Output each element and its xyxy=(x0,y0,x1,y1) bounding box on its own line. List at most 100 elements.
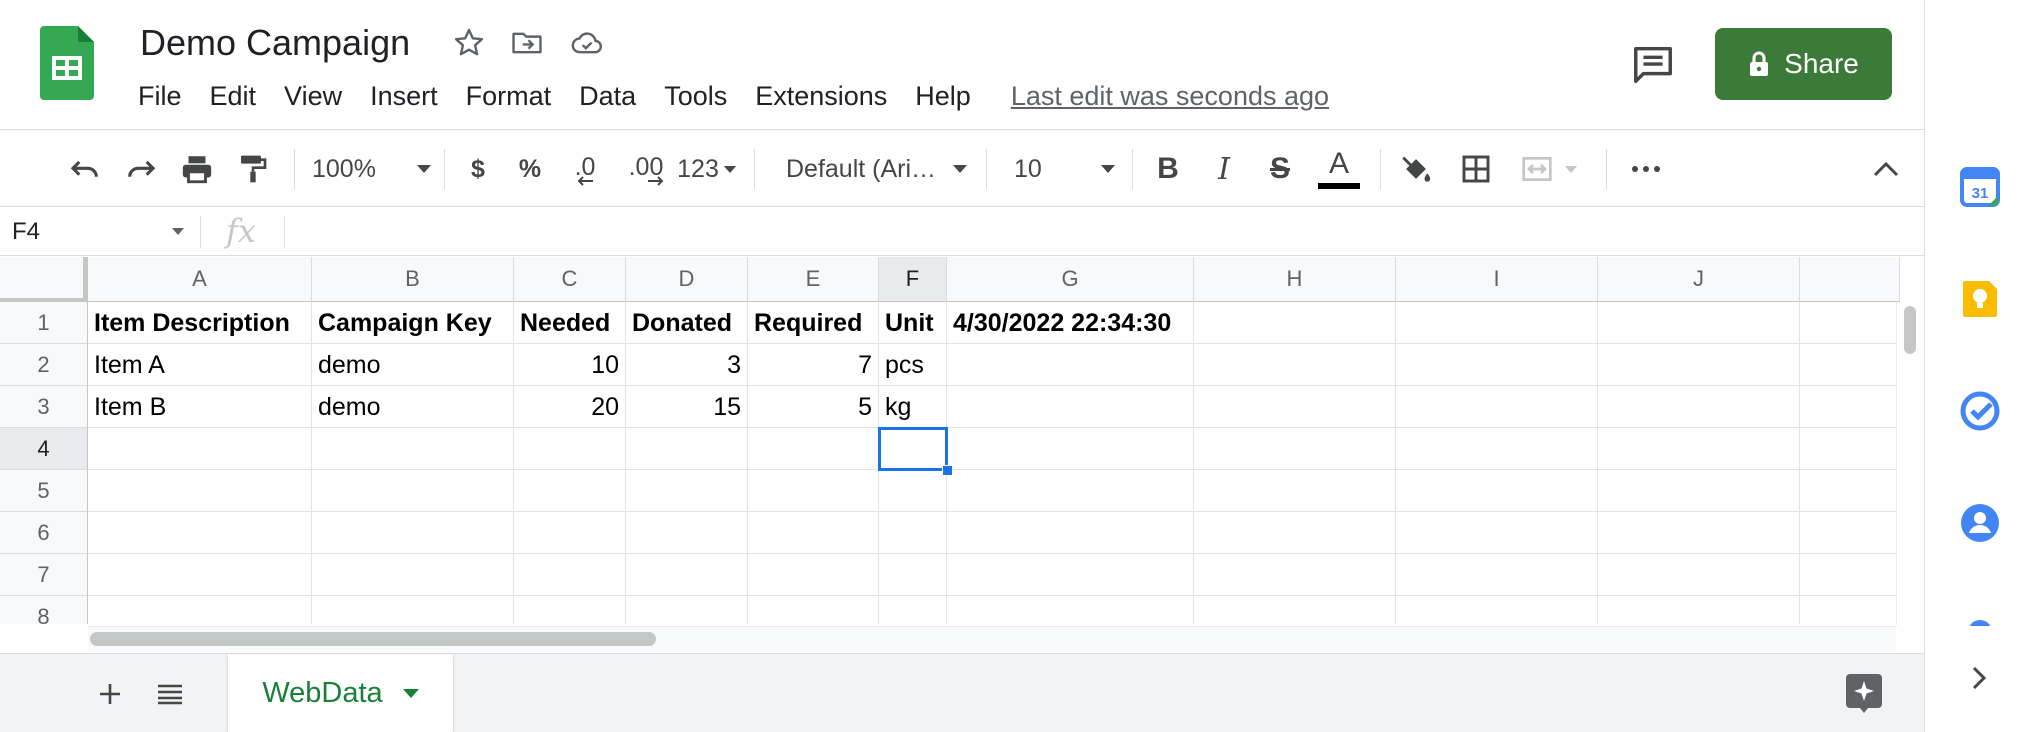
empty-cell[interactable] xyxy=(514,596,626,624)
cell-c2[interactable]: 10 xyxy=(514,344,626,386)
row-header-4[interactable]: 4 xyxy=(0,428,88,470)
menu-view[interactable]: View xyxy=(270,81,356,112)
move-to-folder-icon[interactable] xyxy=(510,26,544,60)
empty-cell[interactable] xyxy=(748,596,879,624)
font-family-select[interactable]: Default (Ari… xyxy=(786,131,968,207)
fill-handle[interactable] xyxy=(942,465,953,476)
empty-cell[interactable] xyxy=(947,554,1194,596)
more-formats-button[interactable]: 123 xyxy=(676,131,738,207)
empty-cell[interactable] xyxy=(88,554,312,596)
column-header-a[interactable]: A xyxy=(88,257,312,302)
add-sheet-button[interactable] xyxy=(88,672,132,716)
cell-a1[interactable]: Item Description xyxy=(88,302,312,344)
sheet-tab-webdata[interactable]: WebData xyxy=(228,654,453,732)
last-edit-link[interactable]: Last edit was seconds ago xyxy=(1011,81,1329,112)
sheets-logo-icon[interactable] xyxy=(40,26,94,100)
cell-f2[interactable]: pcs xyxy=(879,344,947,386)
keep-icon[interactable] xyxy=(1959,278,2001,320)
empty-cell[interactable] xyxy=(312,554,514,596)
empty-cell[interactable] xyxy=(312,470,514,512)
empty-cell[interactable] xyxy=(1396,302,1598,344)
empty-cell[interactable] xyxy=(1598,470,1800,512)
empty-cell[interactable] xyxy=(1396,512,1598,554)
empty-cell[interactable] xyxy=(626,512,748,554)
collapse-toolbar-button[interactable] xyxy=(1866,131,1906,207)
empty-cell[interactable] xyxy=(1194,470,1396,512)
empty-cell[interactable] xyxy=(88,428,312,470)
menu-format[interactable]: Format xyxy=(452,81,566,112)
empty-cell[interactable] xyxy=(626,554,748,596)
empty-cell[interactable] xyxy=(748,554,879,596)
row-header-8[interactable]: 8 xyxy=(0,596,88,624)
menu-file[interactable]: File xyxy=(124,81,196,112)
cell-f3[interactable]: kg xyxy=(879,386,947,428)
star-icon[interactable] xyxy=(452,26,486,60)
empty-cell[interactable] xyxy=(1800,428,1900,470)
menu-tools[interactable]: Tools xyxy=(650,81,741,112)
cell-e3[interactable]: 5 xyxy=(748,386,879,428)
bold-button[interactable]: B xyxy=(1148,131,1188,207)
empty-cell[interactable] xyxy=(1194,554,1396,596)
cell-g1[interactable]: 4/30/2022 22:34:30 xyxy=(947,302,1194,344)
empty-cell[interactable] xyxy=(1598,596,1800,624)
empty-cell[interactable] xyxy=(947,428,1194,470)
column-header-e[interactable]: E xyxy=(748,257,879,302)
column-header-k[interactable] xyxy=(1800,257,1900,302)
empty-cell[interactable] xyxy=(748,512,879,554)
empty-cell[interactable] xyxy=(947,512,1194,554)
empty-cell[interactable] xyxy=(1800,596,1900,624)
zoom-select[interactable]: 100% xyxy=(312,131,432,207)
merge-cells-button[interactable] xyxy=(1514,131,1584,207)
empty-cell[interactable] xyxy=(748,470,879,512)
borders-button[interactable] xyxy=(1454,131,1498,207)
column-header-j[interactable]: J xyxy=(1598,257,1800,302)
all-sheets-button[interactable] xyxy=(148,672,192,716)
empty-cell[interactable] xyxy=(1396,596,1598,624)
row-header-6[interactable]: 6 xyxy=(0,512,88,554)
empty-cell[interactable] xyxy=(88,470,312,512)
empty-cell[interactable] xyxy=(1194,344,1396,386)
empty-cell[interactable] xyxy=(88,512,312,554)
currency-format-button[interactable]: $ xyxy=(458,131,498,207)
empty-cell[interactable] xyxy=(1598,512,1800,554)
cell-e2[interactable]: 7 xyxy=(748,344,879,386)
empty-cell[interactable] xyxy=(626,596,748,624)
empty-cell[interactable] xyxy=(514,554,626,596)
empty-cell[interactable] xyxy=(514,470,626,512)
menu-edit[interactable]: Edit xyxy=(196,81,271,112)
empty-cell[interactable] xyxy=(947,596,1194,624)
empty-cell[interactable] xyxy=(1598,302,1800,344)
chevron-down-icon[interactable] xyxy=(402,689,419,698)
cell-d3[interactable]: 15 xyxy=(626,386,748,428)
menu-insert[interactable]: Insert xyxy=(356,81,452,112)
cell-b2[interactable]: demo xyxy=(312,344,514,386)
empty-cell[interactable] xyxy=(312,428,514,470)
cell-d1[interactable]: Donated xyxy=(626,302,748,344)
strikethrough-button[interactable]: S xyxy=(1260,131,1300,207)
empty-cell[interactable] xyxy=(514,512,626,554)
column-header-b[interactable]: B xyxy=(312,257,514,302)
column-header-f[interactable]: F xyxy=(879,257,947,302)
column-header-i[interactable]: I xyxy=(1396,257,1598,302)
empty-cell[interactable] xyxy=(947,344,1194,386)
comment-history-icon[interactable] xyxy=(1630,42,1676,88)
empty-cell[interactable] xyxy=(1396,386,1598,428)
empty-cell[interactable] xyxy=(312,512,514,554)
empty-cell[interactable] xyxy=(1396,344,1598,386)
italic-button[interactable]: I xyxy=(1204,131,1244,207)
text-color-button[interactable]: A xyxy=(1316,131,1362,207)
empty-cell[interactable] xyxy=(312,596,514,624)
menu-data[interactable]: Data xyxy=(565,81,650,112)
empty-cell[interactable] xyxy=(1800,302,1900,344)
decrease-decimal-button[interactable]: .0 xyxy=(562,131,608,207)
empty-cell[interactable] xyxy=(879,596,947,624)
formula-input[interactable] xyxy=(290,208,1910,256)
row-header-3[interactable]: 3 xyxy=(0,386,88,428)
name-box[interactable]: F4 xyxy=(0,208,200,256)
empty-cell[interactable] xyxy=(879,512,947,554)
explore-button[interactable] xyxy=(1844,672,1884,714)
cell-d2[interactable]: 3 xyxy=(626,344,748,386)
empty-cell[interactable] xyxy=(88,596,312,624)
row-header-5[interactable]: 5 xyxy=(0,470,88,512)
empty-cell[interactable] xyxy=(1194,302,1396,344)
